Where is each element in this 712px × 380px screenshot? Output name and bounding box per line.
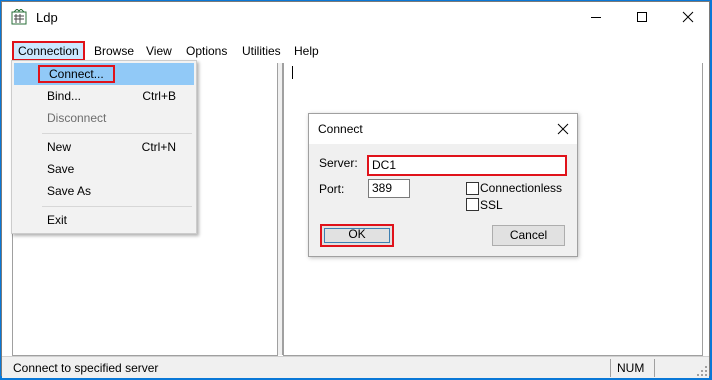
dialog-close-button[interactable] — [553, 119, 573, 139]
minimize-button[interactable] — [573, 2, 619, 32]
menu-item-label: Disconnect — [47, 111, 107, 125]
menu-item-save-as[interactable]: Save As — [14, 180, 194, 202]
ssl-label: SSL — [480, 198, 503, 212]
menu-separator — [42, 206, 192, 207]
menu-item-label: Connect... — [38, 65, 115, 83]
menu-connection[interactable]: Connection — [12, 41, 85, 61]
ok-button-label: OK — [348, 227, 366, 241]
menu-item-label: New — [47, 140, 72, 154]
menu-item-disconnect: Disconnect — [14, 107, 194, 129]
menu-item-label: Save — [47, 162, 75, 176]
menu-view[interactable]: View — [142, 41, 176, 61]
connect-dialog: Connect Server: DC1 Port: 389 Connection… — [308, 113, 578, 257]
port-label: Port: — [319, 182, 345, 196]
menu-options[interactable]: Options — [182, 41, 231, 61]
window-title: Ldp — [36, 10, 58, 25]
server-input[interactable]: DC1 — [367, 155, 567, 176]
port-input[interactable]: 389 — [368, 179, 410, 198]
status-separator — [654, 359, 655, 377]
connectionless-checkbox[interactable] — [466, 182, 479, 195]
dialog-title-bar[interactable]: Connect — [309, 114, 577, 144]
close-icon — [682, 11, 694, 23]
connection-menu: Connect... Bind... Ctrl+B Disconnect New… — [11, 60, 197, 234]
cancel-button[interactable]: Cancel — [492, 225, 565, 246]
menu-item-new[interactable]: New Ctrl+N — [14, 136, 194, 158]
menu-item-label: Bind... — [47, 89, 82, 103]
text-caret — [292, 66, 293, 79]
close-icon — [557, 123, 569, 135]
status-bar: Connect to specified server NUM — [2, 356, 709, 378]
menu-utilities[interactable]: Utilities — [238, 41, 285, 61]
menu-browse[interactable]: Browse — [90, 41, 138, 61]
menu-bar: Connection Browse View Options Utilities… — [2, 41, 709, 61]
menu-item-save[interactable]: Save — [14, 158, 194, 180]
menu-item-shortcut: Ctrl+N — [141, 140, 176, 154]
dialog-title: Connect — [318, 122, 363, 136]
status-text: Connect to specified server — [13, 361, 159, 375]
menu-item-label: Exit — [47, 213, 68, 227]
resize-grip-icon[interactable] — [697, 366, 707, 376]
menu-item-label: Save As — [47, 184, 92, 198]
status-num: NUM — [617, 361, 645, 375]
menu-help[interactable]: Help — [290, 41, 323, 61]
close-button[interactable] — [665, 2, 711, 32]
menu-item-connect[interactable]: Connect... — [14, 63, 194, 85]
maximize-icon — [637, 12, 647, 22]
menu-item-shortcut: Ctrl+B — [142, 89, 176, 103]
ssl-checkbox[interactable] — [466, 198, 479, 211]
maximize-button[interactable] — [619, 2, 665, 32]
title-bar[interactable]: Ldp — [2, 2, 709, 32]
menu-separator — [42, 133, 192, 134]
menu-item-bind[interactable]: Bind... Ctrl+B — [14, 85, 194, 107]
menu-item-exit[interactable]: Exit — [14, 209, 194, 231]
status-separator — [610, 359, 611, 377]
connectionless-label: Connectionless — [480, 181, 563, 195]
minimize-icon — [591, 17, 601, 18]
server-label: Server: — [319, 156, 358, 170]
ldp-app-icon — [11, 9, 27, 25]
ok-button[interactable]: OK — [320, 224, 394, 247]
